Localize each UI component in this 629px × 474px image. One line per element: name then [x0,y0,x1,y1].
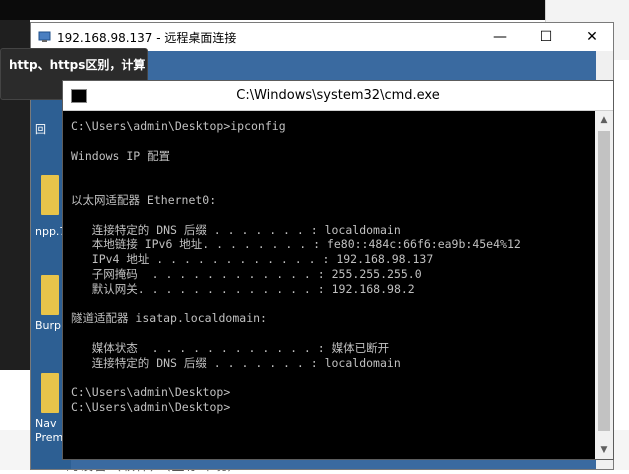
scrollbar-thumb[interactable] [598,131,610,431]
rdp-titlebar[interactable]: 192.168.98.137 - 远程桌面连接 — ☐ ✕ [31,23,613,51]
console-line: 隧道适配器 isatap.localdomain: [71,311,267,326]
scroll-down-arrow-icon[interactable]: ▼ [595,441,613,459]
console-line: 连接特定的 DNS 后缀 . . . . . . . : localdomain [71,222,401,237]
rdp-window-title: 192.168.98.137 - 远程桌面连接 [57,31,237,45]
console-line: 本地链接 IPv6 地址. . . . . . . . : fe80::484c… [71,237,521,252]
cmd-titlebar[interactable]: C:\Windows\system32\cmd.exe [63,81,613,111]
host-window-top [0,0,629,20]
console-line: 连接特定的 DNS 后缀 . . . . . . . : localdomain [71,355,401,370]
desktop-icon-label: Nav [35,417,57,430]
minimize-button[interactable]: — [477,23,523,51]
console-line: 子网掩码 . . . . . . . . . . . . : 255.255.2… [71,266,422,281]
cmd-scrollbar[interactable]: ▲ ▼ [595,111,613,459]
desktop-icon-label: 回 [35,123,46,136]
notepad-plus-plus-icon[interactable] [41,175,59,215]
cmd-window[interactable]: C:\Windows\system32\cmd.exe C:\Users\adm… [62,80,614,460]
console-line: 媒体状态 . . . . . . . . . . . . : 媒体已断开 [71,340,390,355]
scroll-up-arrow-icon[interactable]: ▲ [595,111,613,129]
desktop-icon-label: Burp [35,319,62,332]
navicat-icon[interactable] [41,373,59,413]
maximize-button[interactable]: ☐ [523,23,569,51]
cmd-window-title: C:\Windows\system32\cmd.exe [236,88,440,103]
console-line: Windows IP 配置 [71,148,171,163]
console-line: C:\Users\admin\Desktop> [71,385,231,400]
remote-desktop-icon [38,31,51,42]
tooltip-text: http、https区别，计算 [9,58,146,72]
console-output[interactable]: C:\Users\admin\Desktop>ipconfig Windows … [71,119,591,415]
desktop-icon-label: Prem [35,431,64,444]
close-button[interactable]: ✕ [569,23,615,51]
console-line: 以太网适配器 Ethernet0: [71,192,217,207]
console-line: C:\Users\admin\Desktop> [71,400,231,415]
console-line: C:\Users\admin\Desktop>ipconfig [71,119,286,133]
console-line: IPv4 地址 . . . . . . . . . . . . : 192.16… [71,252,434,267]
console-line: 默认网关. . . . . . . . . . . . . : 192.168.… [71,281,415,296]
burp-suite-icon[interactable] [41,275,59,315]
